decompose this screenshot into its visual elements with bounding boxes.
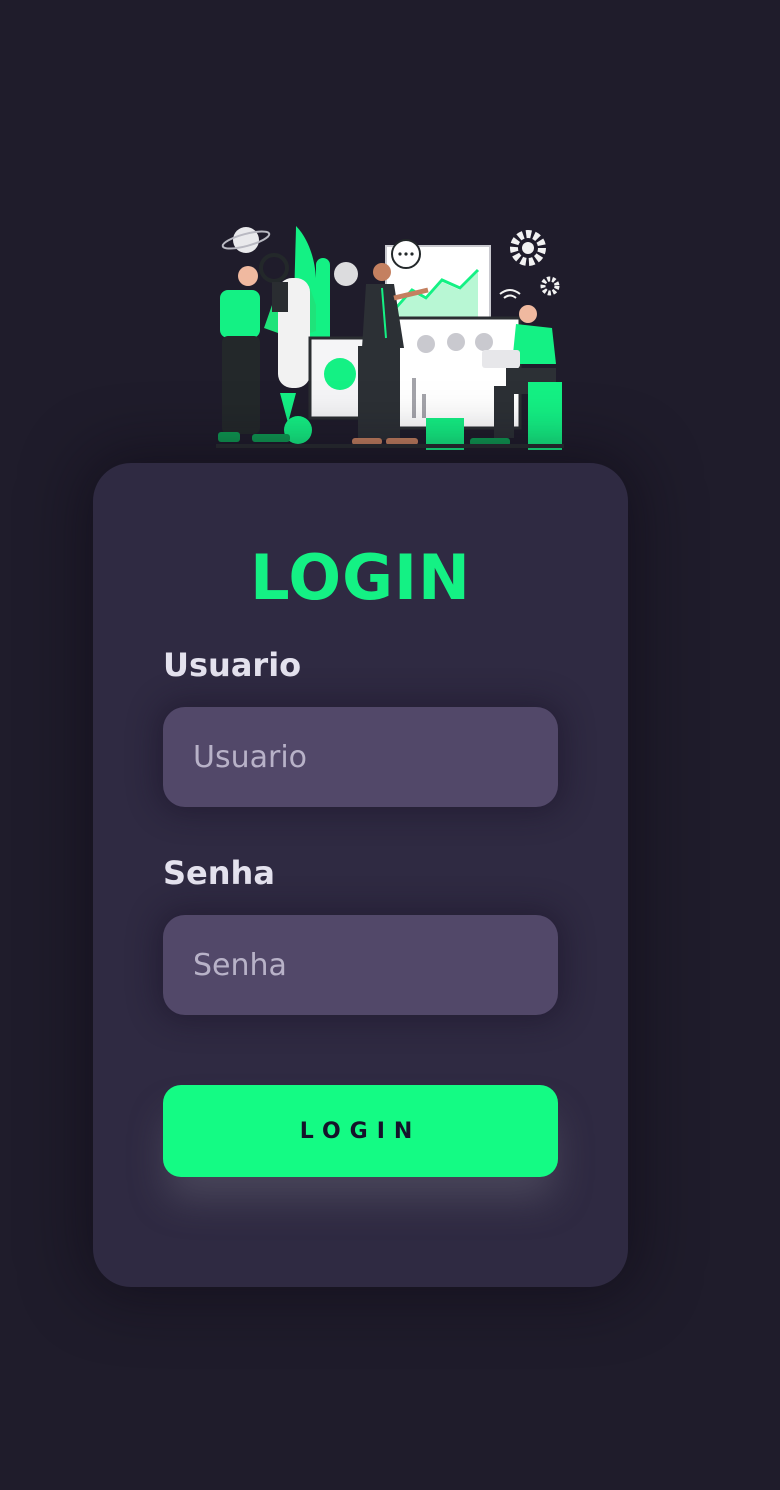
login-button-label: LOGIN [299, 1118, 422, 1144]
planet-icon [221, 227, 271, 253]
login-button[interactable]: LOGIN [163, 1085, 558, 1177]
username-label: Usuario [163, 646, 302, 684]
password-label: Senha [163, 854, 275, 892]
wifi-icon [499, 289, 521, 299]
password-placeholder: Senha [193, 947, 287, 983]
small-gear-icon [540, 276, 560, 296]
team-analytics-illustration [216, 226, 564, 450]
login-card: LOGIN Usuario Usuario Senha Senha LOGIN [93, 463, 628, 1287]
page-title: LOGIN [250, 541, 471, 614]
username-input[interactable]: Usuario [163, 707, 558, 807]
username-placeholder: Usuario [193, 739, 308, 775]
moon-icon [334, 262, 358, 286]
password-input[interactable]: Senha [163, 915, 558, 1015]
login-page: LOGIN Usuario Usuario Senha Senha LOGIN [0, 0, 780, 1490]
gear-icon [510, 230, 546, 266]
speech-bubble-icon [391, 239, 421, 269]
